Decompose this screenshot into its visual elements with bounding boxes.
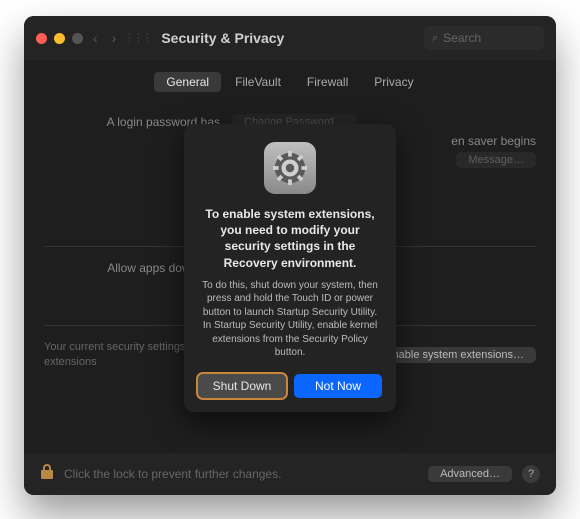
advanced-button[interactable]: Advanced… <box>428 466 512 482</box>
lock-icon[interactable] <box>40 463 54 485</box>
search-field[interactable]: ⌕ Search <box>424 26 544 50</box>
search-placeholder: Search <box>443 31 481 45</box>
footer: Click the lock to prevent further change… <box>24 453 556 495</box>
show-all-icon[interactable]: ⋮⋮⋮ <box>124 33 151 44</box>
help-button[interactable]: ? <box>522 465 540 483</box>
traffic-lights <box>36 33 83 44</box>
tab-firewall[interactable]: Firewall <box>295 72 360 92</box>
enable-system-extensions-button[interactable]: Enable system extensions… <box>373 347 536 363</box>
titlebar: ‹ › ⋮⋮⋮ Security & Privacy ⌕ Search <box>24 16 556 60</box>
set-lock-message-button[interactable]: Message… <box>456 152 536 168</box>
tab-privacy[interactable]: Privacy <box>362 72 425 92</box>
back-button[interactable]: ‹ <box>93 30 98 46</box>
not-now-button[interactable]: Not Now <box>294 374 382 398</box>
nav-arrows: ‹ › <box>93 30 116 46</box>
close-window-button[interactable] <box>36 33 47 44</box>
minimize-window-button[interactable] <box>54 33 65 44</box>
search-icon: ⌕ <box>432 32 438 45</box>
prefs-window: ‹ › ⋮⋮⋮ Security & Privacy ⌕ Search Gene… <box>24 16 556 495</box>
tab-filevault[interactable]: FileVault <box>223 72 293 92</box>
dialog-body: To do this, shut down your system, then … <box>198 279 382 360</box>
zoom-window-button[interactable] <box>72 33 83 44</box>
shut-down-button[interactable]: Shut Down <box>198 374 286 398</box>
require-password-tail: en saver begins <box>451 134 536 148</box>
tab-bar: General FileVault Firewall Privacy <box>24 72 556 92</box>
system-extensions-dialog: To enable system extensions, you need to… <box>184 124 396 412</box>
dialog-heading: To enable system extensions, you need to… <box>198 206 382 271</box>
dialog-buttons: Shut Down Not Now <box>198 374 382 398</box>
window-title: Security & Privacy <box>161 30 424 46</box>
forward-button[interactable]: › <box>112 30 117 46</box>
tab-general[interactable]: General <box>154 72 221 92</box>
lock-text: Click the lock to prevent further change… <box>64 467 418 481</box>
system-preferences-icon <box>264 142 316 194</box>
